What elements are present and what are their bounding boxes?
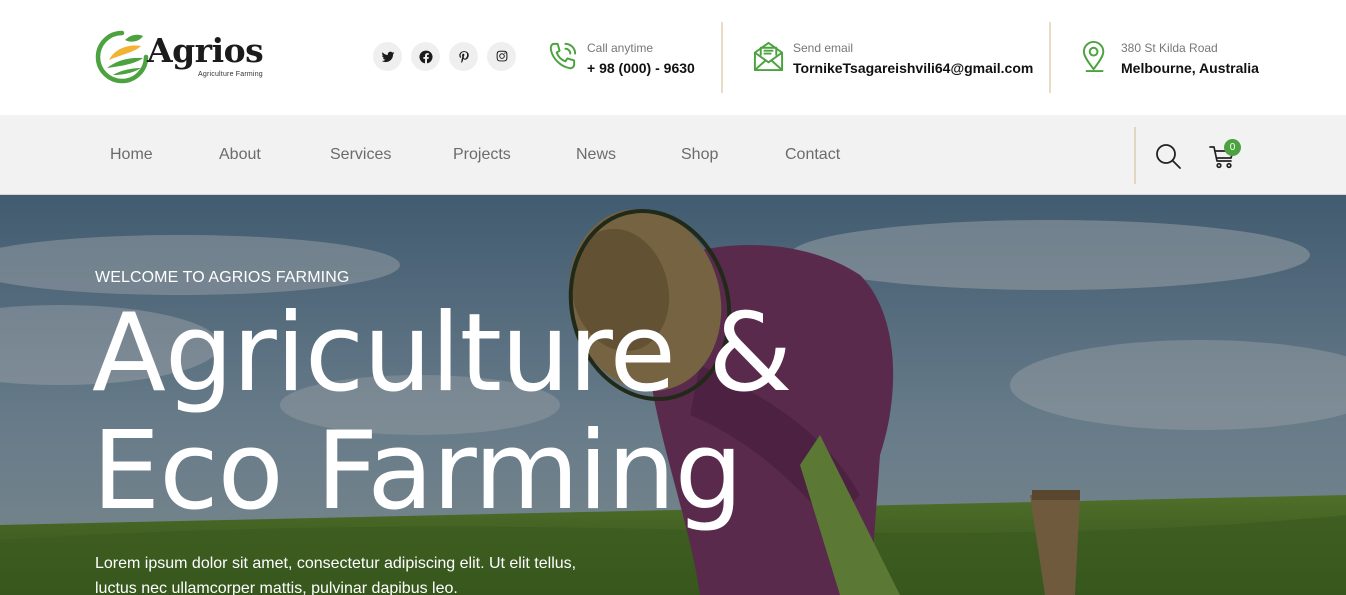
brand-tagline: Agriculture Farming — [198, 71, 263, 78]
instagram-link[interactable] — [487, 42, 516, 71]
leaf-logo-icon — [95, 30, 149, 84]
brand-name: Agrios — [147, 31, 264, 70]
phone-icon — [549, 42, 577, 70]
hero-title-line1: Agriculture & — [92, 291, 792, 416]
nav-item-services[interactable]: Services — [330, 146, 391, 164]
facebook-icon — [418, 50, 433, 63]
phone-label: Call anytime — [587, 41, 654, 55]
nav-item-about[interactable]: About — [219, 146, 261, 164]
header-divider — [721, 22, 723, 93]
social-links — [373, 42, 516, 71]
nav-item-projects[interactable]: Projects — [453, 146, 511, 164]
top-header: Agrios Agriculture Farming Call anytime … — [0, 0, 1346, 115]
facebook-link[interactable] — [411, 42, 440, 71]
hero-title: Agriculture & Eco Farming — [92, 295, 792, 531]
envelope-icon — [753, 41, 784, 72]
hero-section: WELCOME TO AGRIOS FARMING Agriculture & … — [0, 195, 1346, 595]
pinterest-icon — [458, 50, 469, 63]
phone-number: + 98 (000) - 9630 — [587, 60, 695, 76]
nav-divider — [1134, 127, 1136, 184]
hero-kicker: WELCOME TO AGRIOS FARMING — [95, 269, 350, 286]
nav-item-shop[interactable]: Shop — [681, 146, 718, 164]
map-pin-icon — [1082, 40, 1105, 73]
hero-title-line2: Eco Farming — [92, 409, 743, 534]
email-label: Send email — [793, 41, 854, 55]
hero-description: Lorem ipsum dolor sit amet, consectetur … — [95, 555, 577, 595]
contact-phone[interactable]: Call anytime + 98 (000) - 9630 — [546, 38, 706, 80]
search-button[interactable] — [1154, 142, 1182, 170]
main-nav: Home About Services Projects News Shop C… — [0, 115, 1346, 195]
nav-item-news[interactable]: News — [576, 146, 616, 164]
cart-count-badge: 0 — [1224, 139, 1241, 156]
header-divider — [1049, 22, 1051, 93]
nav-item-contact[interactable]: Contact — [785, 146, 840, 164]
search-icon — [1156, 144, 1181, 169]
nav-item-home[interactable]: Home — [110, 146, 153, 164]
address-city: Melbourne, Australia — [1121, 60, 1259, 76]
twitter-link[interactable] — [373, 42, 402, 71]
email-address: TornikeTsagareishvili64@gmail.com — [793, 60, 1034, 76]
twitter-icon — [381, 51, 394, 62]
instagram-icon — [496, 50, 507, 61]
contact-email[interactable]: Send email TornikeTsagareishvili64@gmail… — [752, 38, 1037, 80]
contact-address[interactable]: 380 St Kilda Road Melbourne, Australia — [1080, 38, 1270, 80]
pinterest-link[interactable] — [449, 42, 478, 71]
brand-logo[interactable]: Agrios Agriculture Farming — [95, 30, 270, 86]
address-street: 380 St Kilda Road — [1121, 41, 1218, 55]
